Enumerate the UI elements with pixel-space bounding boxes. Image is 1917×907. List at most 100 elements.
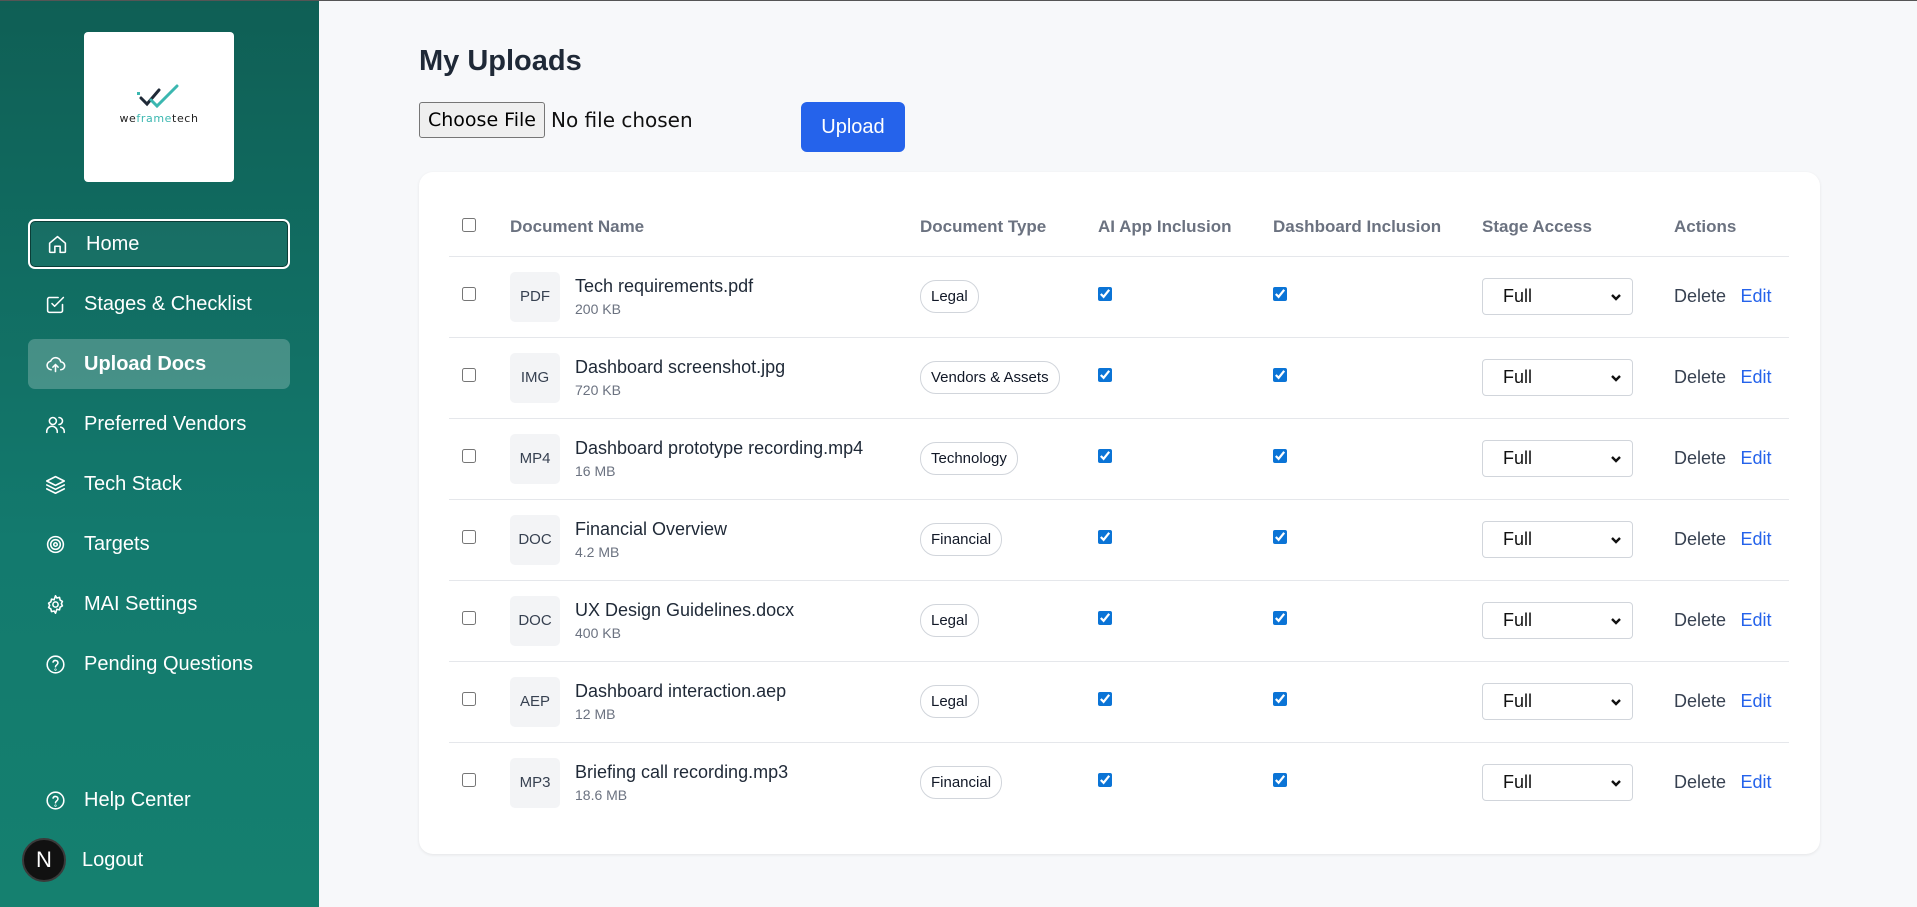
- header-stage-access[interactable]: Stage Access: [1482, 198, 1674, 257]
- main-content: My Uploads Choose File No file chosen Up…: [419, 1, 1917, 907]
- dashboard-inclusion-checkbox[interactable]: [1273, 449, 1287, 463]
- header-ai-app-inclusion[interactable]: AI App Inclusion: [1098, 198, 1273, 257]
- header-actions: Actions: [1674, 198, 1789, 257]
- row-select-checkbox[interactable]: [462, 692, 476, 706]
- sidebar-item-logout[interactable]: N Logout: [22, 835, 290, 885]
- ai-inclusion-checkbox[interactable]: [1098, 530, 1112, 544]
- stage-access-select[interactable]: Full: [1482, 764, 1633, 802]
- actions-cell: Delete Edit: [1674, 661, 1789, 743]
- document-type-badge: Legal: [920, 604, 979, 637]
- sidebar-item-label: Logout: [82, 848, 144, 871]
- dashboard-inclusion-checkbox[interactable]: [1273, 287, 1287, 301]
- header-document-type[interactable]: Document Type: [920, 198, 1098, 257]
- document-name-cell: DOC Financial Overview 4.2 MB: [510, 499, 920, 581]
- document-type-cell: Legal: [920, 580, 1098, 662]
- delete-button[interactable]: Delete: [1674, 529, 1726, 549]
- edit-button[interactable]: Edit: [1740, 610, 1771, 630]
- file-type-icon: AEP: [510, 676, 560, 727]
- delete-button[interactable]: Delete: [1674, 610, 1726, 630]
- sidebar-item-targets[interactable]: Targets: [28, 519, 290, 569]
- edit-button[interactable]: Edit: [1740, 367, 1771, 387]
- ai-inclusion-cell: [1098, 499, 1273, 581]
- dashboard-inclusion-checkbox[interactable]: [1273, 530, 1287, 544]
- ai-inclusion-cell: [1098, 580, 1273, 662]
- row-select-checkbox[interactable]: [462, 449, 476, 463]
- row-select-checkbox[interactable]: [462, 773, 476, 788]
- stage-access-select[interactable]: Full: [1482, 440, 1633, 477]
- document-type-badge: Legal: [920, 280, 979, 313]
- file-size: 400 KB: [575, 625, 621, 641]
- file-name: Dashboard prototype recording.mp4: [575, 438, 864, 458]
- stage-access-value: Full: [1503, 772, 1533, 793]
- select-all-checkbox[interactable]: [462, 217, 476, 232]
- sidebar-item-pending-questions[interactable]: Pending Questions: [28, 639, 290, 689]
- sidebar-item-home[interactable]: Home: [28, 219, 290, 269]
- stage-access-cell: Full: [1482, 742, 1674, 823]
- stage-access-select[interactable]: Full: [1482, 683, 1633, 720]
- header-dashboard-inclusion[interactable]: Dashboard Inclusion: [1273, 198, 1482, 257]
- logo-check-icon: [137, 84, 179, 108]
- delete-button[interactable]: Delete: [1674, 286, 1726, 306]
- actions-cell: Delete Edit: [1674, 256, 1789, 338]
- row-select-checkbox[interactable]: [462, 530, 476, 544]
- stage-access-cell: Full: [1482, 661, 1674, 743]
- dashboard-inclusion-checkbox[interactable]: [1273, 692, 1287, 706]
- stage-access-cell: Full: [1482, 418, 1674, 500]
- file-name: Tech requirements.pdf: [575, 276, 754, 296]
- ai-inclusion-checkbox[interactable]: [1098, 611, 1112, 625]
- header-document-name[interactable]: Document Name: [510, 198, 920, 257]
- upload-button[interactable]: Upload: [801, 102, 905, 152]
- sidebar-nav: Home Stages & Checklist Upload Docs Pref…: [28, 219, 290, 699]
- sidebar-item-label: Home: [86, 232, 140, 255]
- sidebar-item-upload-docs[interactable]: Upload Docs: [28, 339, 290, 389]
- sidebar-item-tech-stack[interactable]: Tech Stack: [28, 459, 290, 509]
- edit-button[interactable]: Edit: [1740, 772, 1771, 792]
- dashboard-inclusion-cell: [1273, 337, 1482, 419]
- file-type-icon: DOC: [510, 595, 560, 646]
- stage-access-select[interactable]: Full: [1482, 359, 1633, 396]
- stage-access-select[interactable]: Full: [1482, 278, 1633, 315]
- row-select-checkbox[interactable]: [462, 368, 476, 382]
- company-logo[interactable]: weframetech: [84, 32, 234, 182]
- dashboard-inclusion-checkbox[interactable]: [1273, 773, 1287, 788]
- sidebar-item-stages-checklist[interactable]: Stages & Checklist: [28, 279, 290, 329]
- stage-access-value: Full: [1503, 691, 1533, 711]
- stage-access-select[interactable]: Full: [1482, 521, 1633, 558]
- stage-access-select[interactable]: Full: [1482, 602, 1633, 639]
- users-icon: [44, 413, 66, 435]
- ai-inclusion-checkbox[interactable]: [1098, 287, 1112, 301]
- dashboard-inclusion-checkbox[interactable]: [1273, 368, 1287, 382]
- file-name: Dashboard interaction.aep: [575, 681, 787, 701]
- row-select-checkbox[interactable]: [462, 287, 476, 301]
- delete-button[interactable]: Delete: [1674, 772, 1726, 792]
- edit-button[interactable]: Edit: [1740, 529, 1771, 549]
- ai-inclusion-cell: [1098, 742, 1273, 823]
- sidebar-item-mai-settings[interactable]: MAI Settings: [28, 579, 290, 629]
- uploads-table: Document Name Document Type AI App Inclu…: [449, 198, 1789, 823]
- delete-button[interactable]: Delete: [1674, 448, 1726, 468]
- file-name: Dashboard screenshot.jpg: [575, 357, 786, 377]
- stage-access-cell: Full: [1482, 499, 1674, 581]
- sidebar-item-preferred-vendors[interactable]: Preferred Vendors: [28, 399, 290, 449]
- choose-file-button[interactable]: Choose File: [419, 102, 545, 138]
- row-select-cell: [449, 742, 510, 823]
- ai-inclusion-checkbox[interactable]: [1098, 368, 1112, 382]
- sidebar-item-help-center[interactable]: Help Center: [28, 775, 290, 825]
- delete-button[interactable]: Delete: [1674, 691, 1726, 711]
- file-size: 16 MB: [575, 463, 616, 479]
- ai-inclusion-checkbox[interactable]: [1098, 773, 1112, 788]
- sidebar-item-label: Stages & Checklist: [84, 292, 252, 315]
- edit-button[interactable]: Edit: [1740, 286, 1771, 306]
- select-all-cell: [449, 198, 510, 257]
- dashboard-inclusion-checkbox[interactable]: [1273, 611, 1287, 625]
- file-size: 720 KB: [575, 382, 621, 398]
- avatar[interactable]: N: [22, 838, 66, 882]
- edit-button[interactable]: Edit: [1740, 448, 1771, 468]
- table-row: DOC UX Design Guidelines.docx 400 KB Leg…: [449, 580, 1789, 662]
- ai-inclusion-checkbox[interactable]: [1098, 692, 1112, 706]
- ai-inclusion-checkbox[interactable]: [1098, 449, 1112, 463]
- edit-button[interactable]: Edit: [1740, 691, 1771, 711]
- row-select-cell: [449, 499, 510, 581]
- row-select-checkbox[interactable]: [462, 611, 476, 625]
- delete-button[interactable]: Delete: [1674, 367, 1726, 387]
